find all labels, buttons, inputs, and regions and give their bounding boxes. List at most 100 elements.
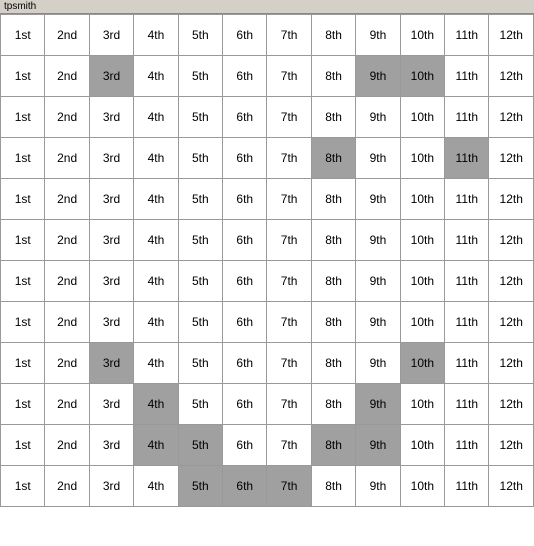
table-cell[interactable]: 1st bbox=[1, 15, 45, 56]
table-cell[interactable]: 8th bbox=[311, 138, 355, 179]
table-cell[interactable]: 4th bbox=[134, 425, 178, 466]
table-cell[interactable]: 7th bbox=[267, 343, 311, 384]
table-cell[interactable]: 10th bbox=[400, 220, 444, 261]
table-cell[interactable]: 3rd bbox=[89, 466, 133, 507]
table-cell[interactable]: 9th bbox=[356, 179, 400, 220]
table-cell[interactable]: 5th bbox=[178, 97, 222, 138]
table-cell[interactable]: 5th bbox=[178, 220, 222, 261]
table-cell[interactable]: 7th bbox=[267, 56, 311, 97]
table-cell[interactable]: 12th bbox=[489, 384, 534, 425]
table-cell[interactable]: 7th bbox=[267, 15, 311, 56]
table-cell[interactable]: 4th bbox=[134, 220, 178, 261]
table-cell[interactable]: 2nd bbox=[45, 425, 89, 466]
table-cell[interactable]: 8th bbox=[311, 466, 355, 507]
table-cell[interactable]: 1st bbox=[1, 56, 45, 97]
table-cell[interactable]: 1st bbox=[1, 179, 45, 220]
table-cell[interactable]: 7th bbox=[267, 302, 311, 343]
table-cell[interactable]: 10th bbox=[400, 343, 444, 384]
table-cell[interactable]: 1st bbox=[1, 466, 45, 507]
table-cell[interactable]: 3rd bbox=[89, 179, 133, 220]
table-cell[interactable]: 7th bbox=[267, 220, 311, 261]
table-cell[interactable]: 3rd bbox=[89, 425, 133, 466]
table-cell[interactable]: 10th bbox=[400, 302, 444, 343]
table-cell[interactable]: 9th bbox=[356, 302, 400, 343]
table-cell[interactable]: 6th bbox=[223, 466, 267, 507]
table-cell[interactable]: 4th bbox=[134, 179, 178, 220]
table-cell[interactable]: 5th bbox=[178, 343, 222, 384]
table-cell[interactable]: 8th bbox=[311, 220, 355, 261]
table-cell[interactable]: 6th bbox=[223, 138, 267, 179]
table-cell[interactable]: 10th bbox=[400, 15, 444, 56]
table-cell[interactable]: 9th bbox=[356, 138, 400, 179]
table-cell[interactable]: 12th bbox=[489, 425, 534, 466]
table-cell[interactable]: 7th bbox=[267, 179, 311, 220]
table-cell[interactable]: 3rd bbox=[89, 261, 133, 302]
table-cell[interactable]: 12th bbox=[489, 466, 534, 507]
table-cell[interactable]: 7th bbox=[267, 138, 311, 179]
table-cell[interactable]: 3rd bbox=[89, 220, 133, 261]
table-cell[interactable]: 5th bbox=[178, 302, 222, 343]
table-cell[interactable]: 9th bbox=[356, 56, 400, 97]
table-cell[interactable]: 1st bbox=[1, 384, 45, 425]
table-cell[interactable]: 12th bbox=[489, 261, 534, 302]
table-cell[interactable]: 11th bbox=[445, 302, 489, 343]
table-cell[interactable]: 7th bbox=[267, 384, 311, 425]
table-cell[interactable]: 10th bbox=[400, 466, 444, 507]
table-cell[interactable]: 1st bbox=[1, 261, 45, 302]
table-cell[interactable]: 11th bbox=[445, 425, 489, 466]
table-cell[interactable]: 8th bbox=[311, 97, 355, 138]
table-cell[interactable]: 2nd bbox=[45, 343, 89, 384]
table-cell[interactable]: 11th bbox=[445, 15, 489, 56]
table-cell[interactable]: 10th bbox=[400, 425, 444, 466]
table-cell[interactable]: 6th bbox=[223, 384, 267, 425]
table-cell[interactable]: 6th bbox=[223, 97, 267, 138]
table-cell[interactable]: 12th bbox=[489, 343, 534, 384]
table-cell[interactable]: 12th bbox=[489, 97, 534, 138]
table-cell[interactable]: 4th bbox=[134, 302, 178, 343]
table-cell[interactable]: 6th bbox=[223, 56, 267, 97]
table-cell[interactable]: 11th bbox=[445, 384, 489, 425]
table-cell[interactable]: 6th bbox=[223, 179, 267, 220]
table-cell[interactable]: 11th bbox=[445, 179, 489, 220]
table-cell[interactable]: 8th bbox=[311, 56, 355, 97]
table-cell[interactable]: 1st bbox=[1, 97, 45, 138]
table-cell[interactable]: 6th bbox=[223, 425, 267, 466]
table-cell[interactable]: 4th bbox=[134, 261, 178, 302]
table-cell[interactable]: 9th bbox=[356, 220, 400, 261]
table-cell[interactable]: 3rd bbox=[89, 97, 133, 138]
table-cell[interactable]: 9th bbox=[356, 15, 400, 56]
table-cell[interactable]: 11th bbox=[445, 261, 489, 302]
table-cell[interactable]: 3rd bbox=[89, 384, 133, 425]
table-cell[interactable]: 10th bbox=[400, 261, 444, 302]
table-cell[interactable]: 3rd bbox=[89, 15, 133, 56]
table-cell[interactable]: 11th bbox=[445, 138, 489, 179]
table-cell[interactable]: 11th bbox=[445, 466, 489, 507]
table-cell[interactable]: 8th bbox=[311, 261, 355, 302]
table-cell[interactable]: 2nd bbox=[45, 138, 89, 179]
table-cell[interactable]: 1st bbox=[1, 425, 45, 466]
table-cell[interactable]: 5th bbox=[178, 425, 222, 466]
table-cell[interactable]: 2nd bbox=[45, 384, 89, 425]
table-cell[interactable]: 4th bbox=[134, 384, 178, 425]
table-cell[interactable]: 3rd bbox=[89, 343, 133, 384]
table-cell[interactable]: 5th bbox=[178, 466, 222, 507]
table-cell[interactable]: 1st bbox=[1, 138, 45, 179]
table-cell[interactable]: 8th bbox=[311, 384, 355, 425]
table-cell[interactable]: 7th bbox=[267, 97, 311, 138]
table-cell[interactable]: 7th bbox=[267, 261, 311, 302]
table-cell[interactable]: 12th bbox=[489, 56, 534, 97]
table-cell[interactable]: 10th bbox=[400, 384, 444, 425]
table-cell[interactable]: 9th bbox=[356, 384, 400, 425]
table-cell[interactable]: 9th bbox=[356, 466, 400, 507]
table-cell[interactable]: 6th bbox=[223, 261, 267, 302]
table-cell[interactable]: 8th bbox=[311, 302, 355, 343]
table-cell[interactable]: 4th bbox=[134, 466, 178, 507]
table-cell[interactable]: 3rd bbox=[89, 302, 133, 343]
table-cell[interactable]: 1st bbox=[1, 302, 45, 343]
table-cell[interactable]: 10th bbox=[400, 179, 444, 220]
table-cell[interactable]: 8th bbox=[311, 425, 355, 466]
table-cell[interactable]: 9th bbox=[356, 97, 400, 138]
table-cell[interactable]: 11th bbox=[445, 220, 489, 261]
table-cell[interactable]: 4th bbox=[134, 97, 178, 138]
table-cell[interactable]: 4th bbox=[134, 15, 178, 56]
